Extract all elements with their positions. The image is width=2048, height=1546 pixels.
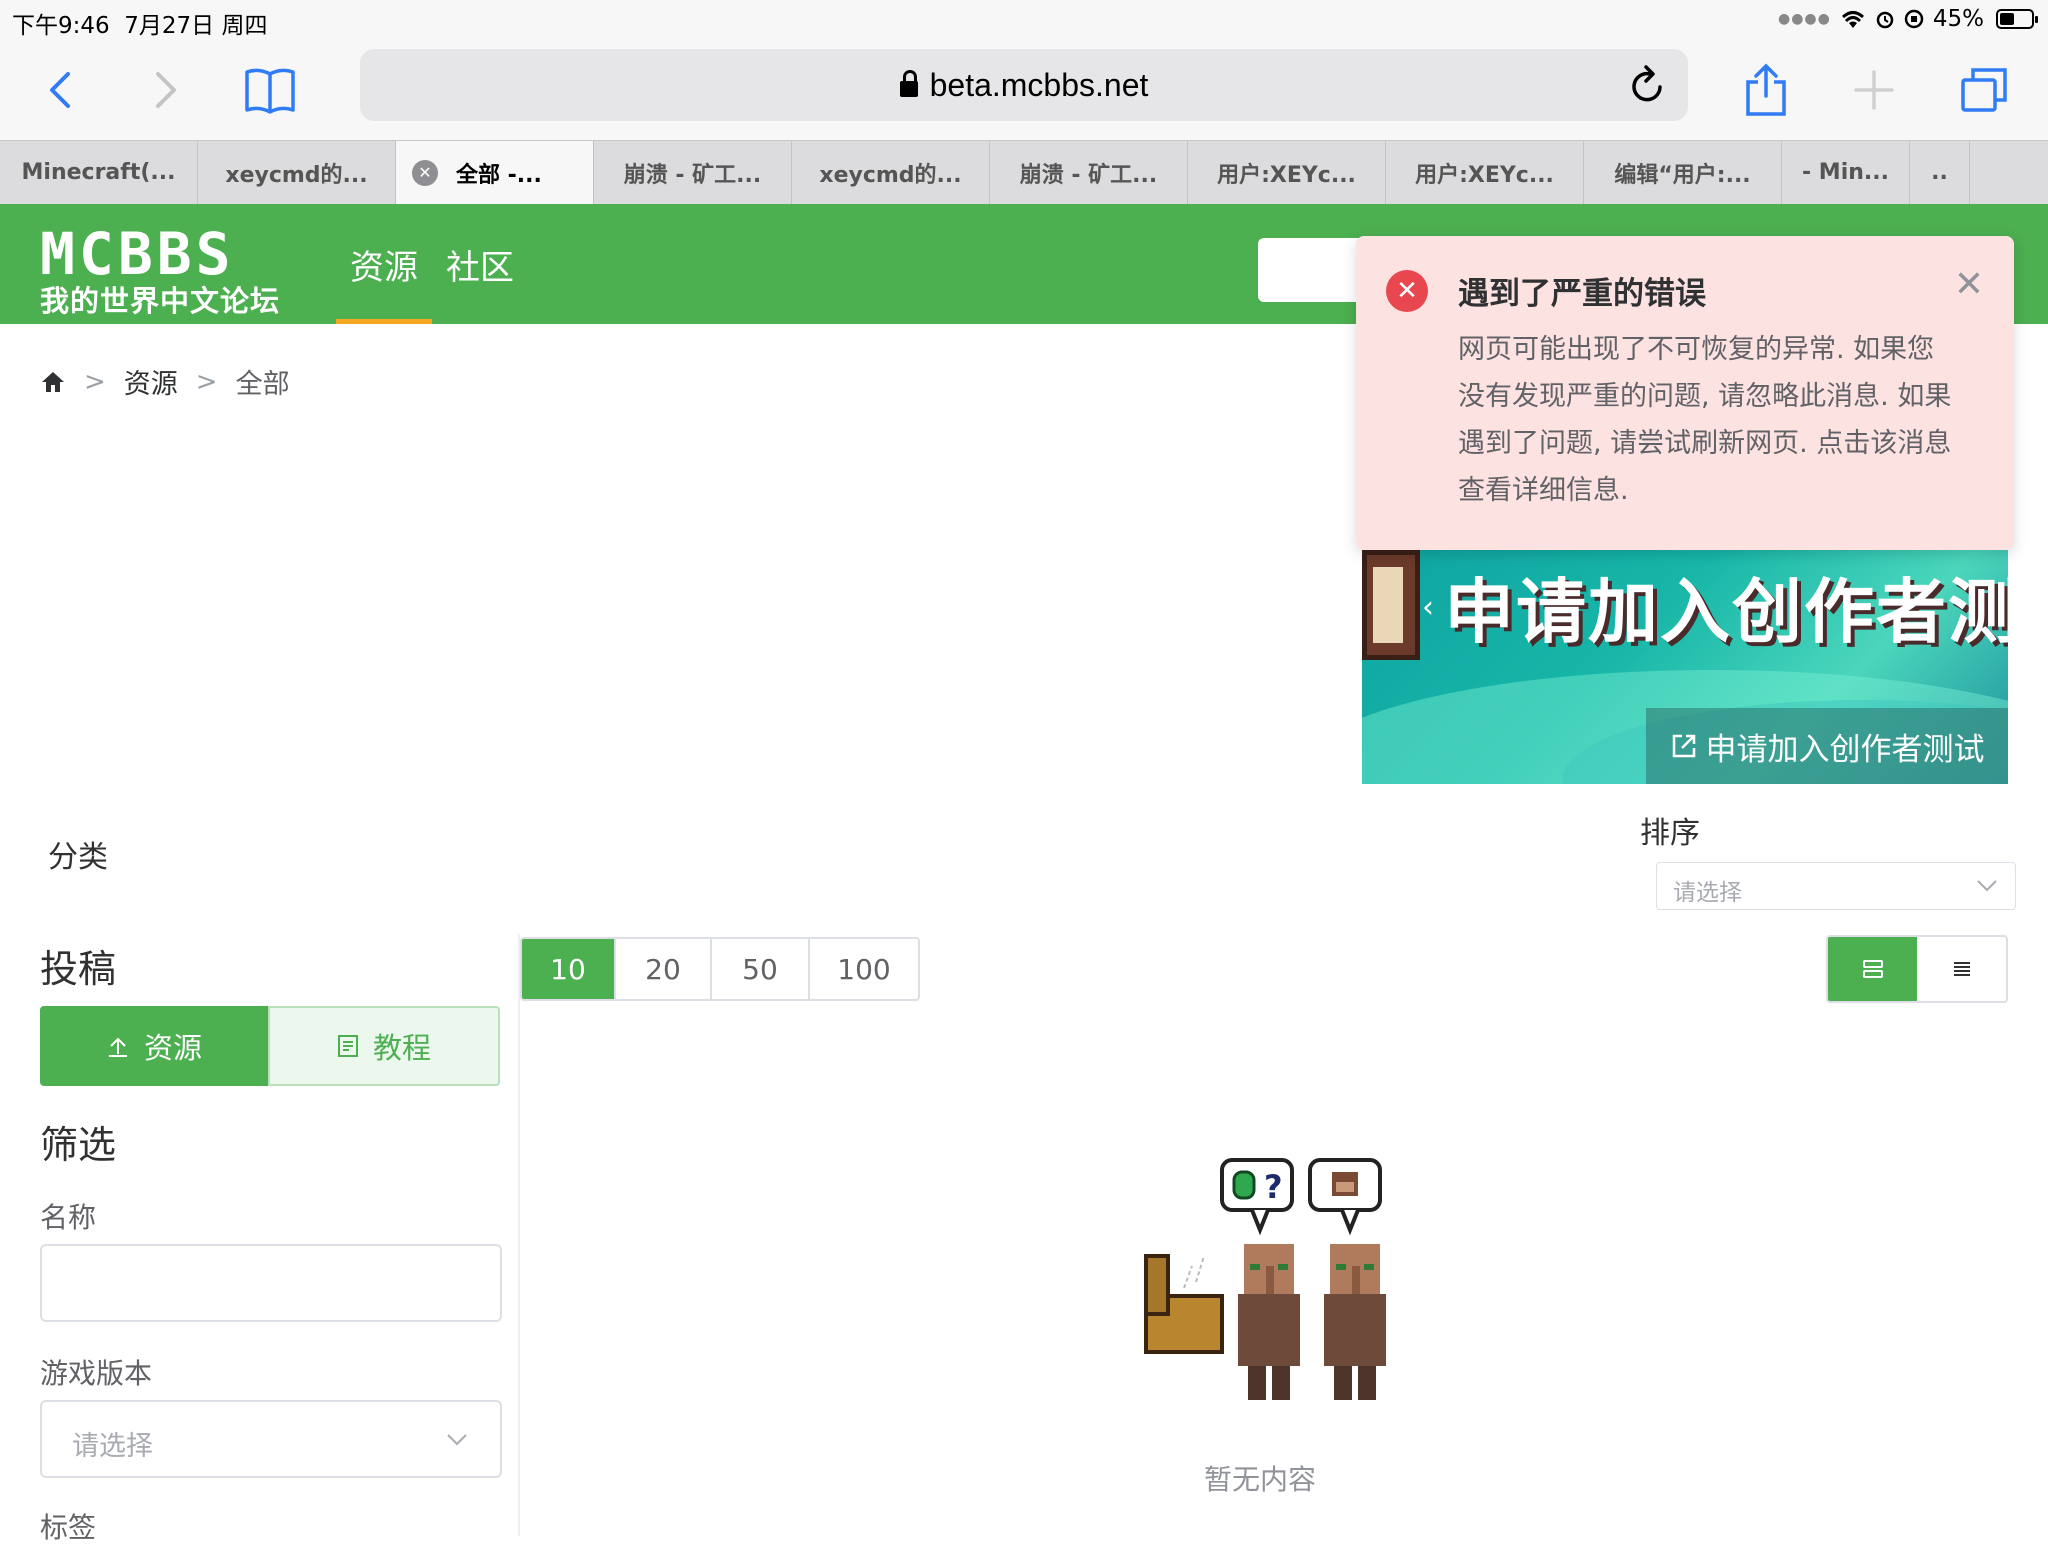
alarm-icon bbox=[1876, 11, 1894, 29]
filter-heading: 筛选 bbox=[40, 1123, 117, 1167]
battery-icon bbox=[1996, 9, 2038, 29]
sidebar-divider bbox=[518, 934, 520, 1536]
page-size-option[interactable]: 50 bbox=[712, 939, 810, 999]
list-view-button[interactable] bbox=[1917, 937, 2006, 1001]
reload-button[interactable] bbox=[1628, 63, 1668, 111]
sort-placeholder: 请选择 bbox=[1673, 880, 1742, 906]
browser-tab[interactable]: 用户:XEYc... bbox=[1188, 141, 1386, 204]
sort-select[interactable]: 请选择 bbox=[1656, 862, 2016, 910]
error-message: 网页可能出现了不可恢复的异常. 如果您没有发现严重的问题, 请忽略此消息. 如果… bbox=[1458, 334, 1952, 506]
breadcrumb-current: 全部 bbox=[235, 369, 290, 400]
browser-tab[interactable]: xeycmd的... bbox=[792, 141, 990, 204]
forward-button[interactable] bbox=[136, 60, 196, 120]
browser-tab[interactable]: xeycmd的... bbox=[198, 141, 396, 204]
submit-button-group: 资源 教程 bbox=[40, 1006, 500, 1086]
browser-tab[interactable]: 崩溃 - 矿工... bbox=[594, 141, 792, 204]
game-version-label: 游戏版本 bbox=[40, 1357, 153, 1390]
nav-item-community[interactable]: 社区 bbox=[432, 204, 528, 324]
banner-prev-icon[interactable]: ‹ bbox=[1422, 590, 1434, 625]
error-icon: ✕ bbox=[1386, 270, 1428, 312]
empty-villagers-illustration: ? bbox=[1144, 1158, 1386, 1400]
site-logo-subtitle: 我的世界中文论坛 bbox=[40, 284, 281, 318]
lock-icon bbox=[899, 70, 918, 97]
page-size-option[interactable]: 100 bbox=[810, 939, 918, 999]
category-label: 分类 bbox=[48, 840, 108, 875]
status-indicators: ●●●● 45% bbox=[1778, 6, 2038, 32]
document-icon bbox=[337, 1035, 358, 1057]
browser-tab[interactable]: Minecraft(... bbox=[0, 141, 198, 204]
error-notification[interactable]: ✕ 遇到了严重的错误 ✕ 网页可能出现了不可恢复的异常. 如果您没有发现严重的问… bbox=[1356, 236, 2014, 550]
browser-toolbar: beta.mcbbs.net bbox=[0, 40, 2048, 140]
battery-percent: 45% bbox=[1932, 6, 1984, 32]
game-version-select[interactable]: 请选择 bbox=[40, 1400, 502, 1478]
list-view-icon bbox=[1953, 962, 1970, 976]
close-icon[interactable]: ✕ bbox=[1954, 264, 1984, 305]
cellular-dots-icon: ●●●● bbox=[1778, 11, 1831, 27]
tabs-overview-button[interactable] bbox=[1954, 60, 2014, 120]
upload-icon bbox=[108, 1037, 127, 1057]
breadcrumb: > 资源 > 全部 bbox=[40, 362, 290, 401]
chevron-left-icon bbox=[50, 72, 70, 108]
main-nav: 资源 社区 bbox=[336, 204, 528, 324]
home-icon[interactable] bbox=[40, 370, 66, 394]
reload-icon bbox=[1632, 65, 1662, 102]
tabs-icon bbox=[1961, 68, 2007, 112]
card-view-button[interactable] bbox=[1828, 937, 1917, 1001]
svg-text:?: ? bbox=[1264, 1168, 1283, 1206]
share-icon bbox=[1746, 63, 1786, 116]
wifi-icon bbox=[1841, 11, 1864, 28]
chevron-right-icon: > bbox=[195, 366, 218, 397]
tab-close-icon[interactable]: ✕ bbox=[412, 159, 438, 186]
submit-heading: 投稿 bbox=[40, 947, 117, 991]
page-size-option[interactable]: 20 bbox=[616, 939, 712, 999]
empty-state-text: 暂无内容 bbox=[1203, 1463, 1316, 1496]
book-icon bbox=[245, 68, 295, 114]
error-title: 遇到了严重的错误 bbox=[1458, 276, 1706, 312]
plus-icon bbox=[1854, 70, 1894, 110]
bookmarks-button[interactable] bbox=[240, 60, 300, 120]
browser-tab[interactable]: 编辑“用户:... bbox=[1584, 141, 1782, 204]
promo-banner[interactable]: ‹ 申请加入创作者测试 申请加入创作者测试 bbox=[1362, 550, 2008, 784]
breadcrumb-resources[interactable]: 资源 bbox=[124, 362, 178, 401]
orientation-lock-icon bbox=[1904, 9, 1924, 29]
tab-strip: Minecraft(... xeycmd的... ✕ 全部 -... 崩溃 - 矿… bbox=[0, 140, 2048, 204]
banner-sign-image bbox=[1362, 550, 1420, 660]
share-button[interactable] bbox=[1736, 60, 1796, 120]
battery-fill bbox=[2000, 13, 2014, 25]
chevron-right-icon: > bbox=[84, 366, 106, 397]
name-input[interactable] bbox=[40, 1244, 502, 1322]
external-link-icon bbox=[1672, 734, 1695, 758]
chevron-right-icon bbox=[156, 72, 176, 108]
status-time: 下午9:46 7月27日 周四 bbox=[12, 13, 268, 39]
browser-tab[interactable]: 用户:XEYc... bbox=[1386, 141, 1584, 204]
back-button[interactable] bbox=[30, 60, 90, 120]
new-tab-button[interactable] bbox=[1844, 60, 1904, 120]
name-label: 名称 bbox=[40, 1201, 97, 1234]
page-size-group: 10 20 50 100 bbox=[520, 937, 920, 1001]
submit-resource-button[interactable]: 资源 bbox=[40, 1006, 268, 1086]
banner-caption-link[interactable]: 申请加入创作者测试 bbox=[1646, 708, 2008, 784]
page-size-option[interactable]: 10 bbox=[522, 939, 616, 999]
chevron-down-icon bbox=[1977, 880, 1997, 892]
card-view-icon bbox=[1862, 960, 1883, 978]
nav-item-resources[interactable]: 资源 bbox=[336, 204, 432, 324]
browser-tab[interactable]: - Min... bbox=[1782, 141, 1910, 204]
browser-tab-active[interactable]: ✕ 全部 -... bbox=[396, 141, 594, 204]
address-bar[interactable]: beta.mcbbs.net bbox=[360, 49, 1688, 121]
view-toggle-group bbox=[1826, 935, 2008, 1003]
browser-tab[interactable]: 崩溃 - 矿工... bbox=[990, 141, 1188, 204]
submit-tutorial-button[interactable]: 教程 bbox=[268, 1006, 500, 1086]
browser-tab[interactable]: .. bbox=[1910, 141, 1970, 204]
chevron-down-icon bbox=[447, 1434, 467, 1446]
game-version-placeholder: 请选择 bbox=[72, 1431, 153, 1462]
tag-label: 标签 bbox=[40, 1511, 97, 1544]
status-bar: 下午9:46 7月27日 周四 ●●●● 45% bbox=[0, 0, 2048, 40]
address-url: beta.mcbbs.net bbox=[360, 67, 1688, 104]
banner-headline: 申请加入创作者测试 bbox=[1444, 571, 2008, 653]
sort-label: 排序 bbox=[1640, 816, 1700, 851]
